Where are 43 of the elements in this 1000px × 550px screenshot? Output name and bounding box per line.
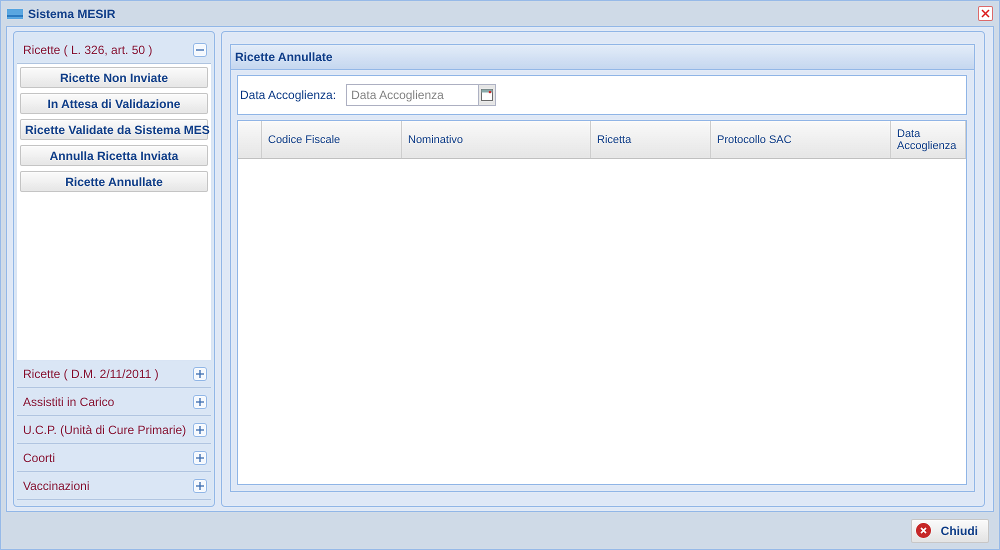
plus-icon: [196, 370, 204, 378]
window-title: Sistema MESIR: [28, 6, 116, 20]
expand-button[interactable]: [193, 394, 207, 408]
column-header[interactable]: Protocollo SAC: [711, 121, 891, 158]
collapse-button[interactable]: [193, 42, 207, 56]
section-label: Ricette ( L. 326, art. 50 ): [23, 42, 152, 56]
nav-button[interactable]: Ricette Annullate: [20, 171, 208, 192]
expand-button[interactable]: [193, 478, 207, 492]
nav-button[interactable]: In Attesa di Validazione: [20, 93, 208, 114]
field-label: Data Accoglienza:: [240, 88, 336, 102]
nav-button[interactable]: Annulla Ricetta Inviata: [20, 145, 208, 166]
plus-icon: [196, 398, 204, 406]
calendar-button[interactable]: [478, 84, 496, 106]
calendar-icon: [481, 89, 494, 101]
close-icon: [916, 523, 931, 538]
accordion-header[interactable]: U.C.P. (Unità di Cure Primarie): [17, 416, 211, 444]
column-header[interactable]: Ricetta: [591, 121, 711, 158]
plus-icon: [196, 482, 204, 490]
accordion-header[interactable]: Coorti: [17, 444, 211, 472]
accordion-header[interactable]: Assistiti in Carico: [17, 388, 211, 416]
section-label: U.C.P. (Unità di Cure Primarie): [23, 422, 186, 436]
close-button[interactable]: Chiudi: [910, 518, 989, 542]
column-header[interactable]: Codice Fiscale: [262, 121, 402, 158]
section-label: Ricette ( D.M. 2/11/2011 ): [23, 366, 159, 380]
plus-icon: [196, 426, 204, 434]
close-button[interactable]: [978, 6, 993, 21]
panel-title: Ricette Annullate: [231, 45, 974, 70]
section-label: Coorti: [23, 450, 56, 464]
expand-button[interactable]: [193, 450, 207, 464]
expand-button[interactable]: [193, 422, 207, 436]
date-field[interactable]: Data Accoglienza: [346, 84, 478, 106]
close-icon: [981, 9, 990, 18]
expand-button[interactable]: [193, 366, 207, 380]
accordion-header[interactable]: Ricette ( D.M. 2/11/2011 ): [17, 360, 211, 388]
plus-icon: [196, 454, 204, 462]
window-icon: [7, 8, 23, 18]
nav-button[interactable]: Ricette Validate da Sistema MES: [20, 119, 208, 140]
section-label: Vaccinazioni: [23, 478, 90, 492]
column-header[interactable]: Nominativo: [402, 121, 591, 158]
nav-button[interactable]: Ricette Non Inviate: [20, 67, 208, 88]
column-header[interactable]: Data Accoglienza: [891, 121, 966, 158]
accordion-header[interactable]: Vaccinazioni: [17, 472, 211, 500]
section-label: Assistiti in Carico: [23, 394, 114, 408]
